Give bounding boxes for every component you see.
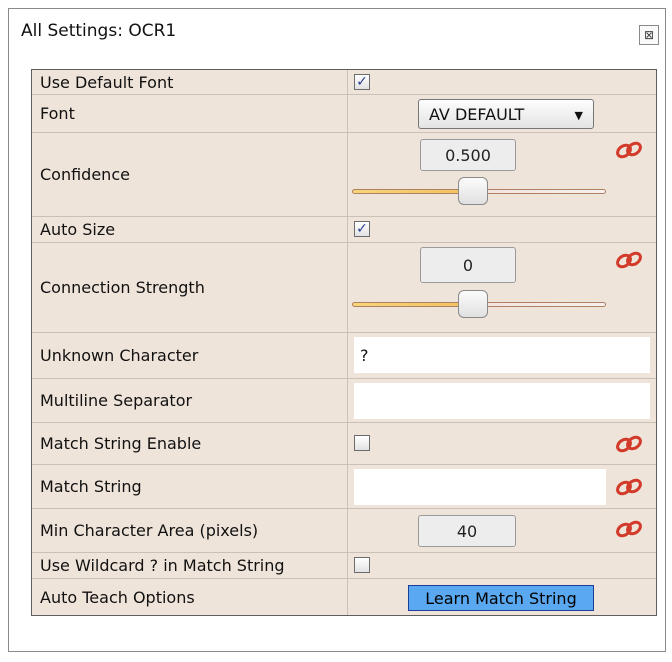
- check-icon: ✓: [356, 221, 368, 237]
- label-use-wildcard: Use Wildcard ? in Match String: [32, 553, 348, 578]
- check-icon: ✓: [356, 74, 368, 90]
- label-connection-strength: Connection Strength: [32, 243, 348, 332]
- settings-grid: Use Default Font ✓ Font AV DEFAULT ▼ Con…: [31, 69, 657, 616]
- row-min-character-area: Min Character Area (pixels) 40: [32, 509, 656, 553]
- label-min-character-area: Min Character Area (pixels): [32, 509, 348, 552]
- link-icon[interactable]: [612, 249, 646, 271]
- connection-strength-input[interactable]: 0: [420, 247, 516, 283]
- row-unknown-character: Unknown Character ?: [32, 333, 656, 379]
- font-dropdown[interactable]: AV DEFAULT ▼: [418, 99, 594, 129]
- label-multiline-separator: Multiline Separator: [32, 379, 348, 422]
- row-multiline-separator: Multiline Separator: [32, 379, 656, 423]
- label-use-default-font: Use Default Font: [32, 70, 348, 94]
- row-font: Font AV DEFAULT ▼: [32, 95, 656, 133]
- row-confidence: Confidence 0.500: [32, 133, 656, 217]
- label-match-string: Match String: [32, 465, 348, 508]
- link-icon[interactable]: [612, 139, 646, 161]
- label-auto-size: Auto Size: [32, 217, 348, 242]
- chevron-down-icon: ▼: [574, 109, 583, 122]
- window-title: All Settings: OCR1: [21, 21, 177, 41]
- link-icon[interactable]: [612, 518, 646, 540]
- close-icon: ⊠: [643, 28, 655, 42]
- label-confidence: Confidence: [32, 133, 348, 216]
- min-character-area-input[interactable]: 40: [418, 515, 516, 547]
- connection-strength-slider-thumb[interactable]: [458, 290, 488, 318]
- link-icon[interactable]: [612, 433, 646, 455]
- label-font: Font: [32, 95, 348, 132]
- label-auto-teach-options: Auto Teach Options: [32, 579, 348, 615]
- row-auto-teach-options: Auto Teach Options Learn Match String: [32, 579, 656, 615]
- confidence-slider-thumb[interactable]: [458, 177, 488, 205]
- label-unknown-character: Unknown Character: [32, 333, 348, 378]
- row-auto-size: Auto Size ✓: [32, 217, 656, 243]
- auto-size-checkbox[interactable]: ✓: [354, 221, 370, 237]
- link-icon[interactable]: [612, 476, 646, 498]
- multiline-separator-input[interactable]: [354, 383, 650, 419]
- unknown-character-input[interactable]: ?: [354, 337, 650, 373]
- row-match-string-enable: Match String Enable: [32, 423, 656, 465]
- confidence-input[interactable]: 0.500: [420, 139, 516, 171]
- learn-match-string-button[interactable]: Learn Match String: [408, 585, 594, 611]
- match-string-input[interactable]: [354, 469, 606, 505]
- label-match-string-enable: Match String Enable: [32, 423, 348, 464]
- match-string-enable-checkbox[interactable]: [354, 435, 370, 451]
- use-default-font-checkbox[interactable]: ✓: [354, 74, 370, 90]
- use-wildcard-checkbox[interactable]: [354, 557, 370, 573]
- row-use-wildcard: Use Wildcard ? in Match String: [32, 553, 656, 579]
- row-match-string: Match String: [32, 465, 656, 509]
- font-dropdown-value: AV DEFAULT: [429, 104, 525, 124]
- settings-window: All Settings: OCR1 ⊠ Use Default Font ✓ …: [8, 8, 666, 652]
- row-connection-strength: Connection Strength 0: [32, 243, 656, 333]
- close-button[interactable]: ⊠: [639, 25, 659, 45]
- row-use-default-font: Use Default Font ✓: [32, 70, 656, 95]
